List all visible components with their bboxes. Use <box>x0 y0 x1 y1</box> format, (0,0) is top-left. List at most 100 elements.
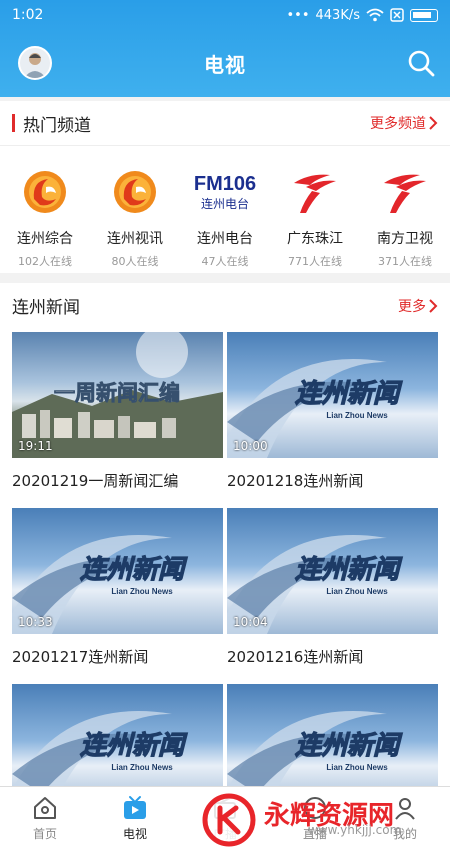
news-card[interactable]: 连州新闻 Lian Zhou News <box>12 684 223 786</box>
news-thumbnail: 连州新闻 Lian Zhou News 10:00 <box>227 332 438 458</box>
nav-bar: 电视 <box>0 30 450 97</box>
video-duration: 10:33 <box>18 615 53 629</box>
search-icon[interactable] <box>406 48 436 78</box>
thumb-overlay-subtext: Lian Zhou News <box>326 587 388 596</box>
status-bar: 1:02 ••• 443K/s <box>0 0 450 30</box>
lianzhou-news-thumb-art: 连州新闻 Lian Zhou News <box>12 711 189 786</box>
avatar[interactable] <box>18 46 52 80</box>
channel-item[interactable]: 连州综合 102人在线 <box>2 166 88 269</box>
news-title: 20201217连州新闻 <box>12 648 149 666</box>
page-title: 电视 <box>204 53 246 77</box>
thumb-overlay-text: 连州新闻 <box>80 731 188 761</box>
hot-channels-section: 热门频道 更多频道 连州综合 102人在线 连州视讯 80人在线 FM106 连… <box>0 101 450 273</box>
wifi-icon <box>366 8 384 22</box>
news-section: 连州新闻 更多 一周新闻汇编 19:11 20201219一周新闻汇编 连州新闻… <box>0 283 450 786</box>
watermark-url: www.yhkjjj.com <box>308 823 402 837</box>
thumb-overlay-subtext: Lian Zhou News <box>111 587 173 596</box>
home-icon <box>34 797 56 819</box>
channel-item[interactable]: 连州视讯 80人在线 <box>92 166 178 269</box>
thumb-overlay-subtext: Lian Zhou News <box>326 763 388 772</box>
channel-logo <box>362 166 448 218</box>
channel-logo: FM106 连州电台 <box>182 166 268 218</box>
video-duration: 19:11 <box>18 439 53 453</box>
more-channels-label: 更多频道 <box>370 116 426 132</box>
site-watermark: 永辉资源网 www.yhkjjj.com <box>200 790 450 850</box>
more-news-label: 更多 <box>398 298 426 315</box>
channel-online-count: 47人在线 <box>201 255 249 268</box>
news-header: 连州新闻 更多 <box>0 283 450 328</box>
channel-logo <box>92 166 178 218</box>
news-grid: 一周新闻汇编 19:11 20201219一周新闻汇编 连州新闻 Lian Zh… <box>0 328 450 786</box>
gdtv-logo-icon <box>294 174 336 213</box>
lianzhou-tv-logo-icon <box>114 171 156 213</box>
thumb-overlay-text: 连州新闻 <box>295 731 403 761</box>
tab-tv[interactable]: 电视 <box>90 787 180 850</box>
news-card[interactable]: 连州新闻 Lian Zhou News 10:04 20201216连州新闻 <box>227 508 438 684</box>
fm106-logo-subtext: 连州电台 <box>201 196 249 211</box>
watermark-text-group: 永辉资源网 www.yhkjjj.com <box>258 803 401 837</box>
channel-name: 连州视讯 <box>107 231 163 247</box>
channel-item[interactable]: 广东珠江 771人在线 <box>272 166 358 269</box>
news-title: 20201218连州新闻 <box>227 472 364 490</box>
news-title: 20201216连州新闻 <box>227 648 364 666</box>
news-thumbnail: 连州新闻 Lian Zhou News 10:33 <box>12 508 223 634</box>
tv-icon <box>124 796 146 819</box>
channel-name: 广东珠江 <box>287 231 343 247</box>
channel-name: 连州电台 <box>197 231 253 247</box>
thumb-overlay-text: 一周新闻汇编 <box>54 381 180 405</box>
channel-list: 连州综合 102人在线 连州视讯 80人在线 FM106 连州电台 连州电台 4… <box>0 146 450 269</box>
channel-logo <box>2 166 88 218</box>
status-icons: ••• 443K/s <box>286 8 438 23</box>
chevron-right-icon <box>429 116 438 130</box>
channel-online-count: 771人在线 <box>288 255 342 268</box>
thumb-overlay-subtext: Lian Zhou News <box>111 763 173 772</box>
news-card[interactable]: 连州新闻 Lian Zhou News 10:33 20201217连州新闻 <box>12 508 223 684</box>
tab-tv-label: 电视 <box>122 827 147 841</box>
channel-item[interactable]: FM106 连州电台 连州电台 47人在线 <box>182 166 268 269</box>
news-section-title: 连州新闻 <box>12 298 80 318</box>
no-sim-icon <box>390 8 404 22</box>
video-duration: 10:04 <box>233 615 268 629</box>
thumb-overlay-text: 连州新闻 <box>295 379 403 409</box>
status-dots: ••• <box>286 7 310 23</box>
fm106-logo-icon: FM106 连州电台 <box>194 173 256 211</box>
news-thumbnail: 一周新闻汇编 19:11 <box>12 332 223 458</box>
more-channels-link[interactable]: 更多频道 <box>370 113 438 133</box>
video-duration: 10:00 <box>233 439 268 453</box>
news-card[interactable]: 一周新闻汇编 19:11 20201219一周新闻汇编 <box>12 332 223 508</box>
news-title-wrap: 连州新闻 <box>12 293 80 318</box>
section-marker <box>12 114 15 132</box>
channel-item[interactable]: 南方卫视 371人在线 <box>362 166 448 269</box>
thumb-overlay-subtext: Lian Zhou News <box>326 411 388 420</box>
channel-logo <box>272 166 358 218</box>
news-thumbnail: 连州新闻 Lian Zhou News <box>12 684 223 786</box>
news-thumbnail: 连州新闻 Lian Zhou News <box>227 684 438 786</box>
hot-channels-header: 热门频道 更多频道 <box>0 101 450 146</box>
news-thumbnail: 连州新闻 Lian Zhou News 10:04 <box>227 508 438 634</box>
channel-name: 连州综合 <box>17 231 73 247</box>
more-news-link[interactable]: 更多 <box>398 296 438 316</box>
channel-online-count: 80人在线 <box>111 255 159 268</box>
network-speed: 443K/s <box>315 7 361 23</box>
battery-icon <box>410 8 438 22</box>
chevron-right-icon <box>429 298 438 313</box>
thumb-overlay-text: 连州新闻 <box>80 555 188 585</box>
hot-channels-title-wrap: 热门频道 <box>12 111 91 136</box>
user-avatar-icon <box>24 53 46 78</box>
hot-channels-title: 热门频道 <box>23 115 91 136</box>
fm106-logo-text: FM106 <box>194 173 256 195</box>
news-card[interactable]: 连州新闻 Lian Zhou News <box>227 684 438 786</box>
app-header: 1:02 ••• 443K/s 电视 <box>0 0 450 97</box>
channel-online-count: 371人在线 <box>378 255 432 268</box>
news-title: 20201219一周新闻汇编 <box>12 472 179 490</box>
news-card[interactable]: 连州新闻 Lian Zhou News 10:00 20201218连州新闻 <box>227 332 438 508</box>
channel-online-count: 102人在线 <box>18 255 72 268</box>
status-time: 1:02 <box>12 7 44 23</box>
thumb-overlay-text: 连州新闻 <box>295 555 403 585</box>
tab-home-label: 首页 <box>32 827 57 841</box>
lianzhou-news-thumb-art: 连州新闻 Lian Zhou News <box>227 711 404 786</box>
watermark-logo-icon <box>202 793 256 847</box>
tab-home[interactable]: 首页 <box>0 787 90 850</box>
channel-name: 南方卫视 <box>377 231 433 247</box>
gdtv-logo-icon <box>384 174 426 213</box>
